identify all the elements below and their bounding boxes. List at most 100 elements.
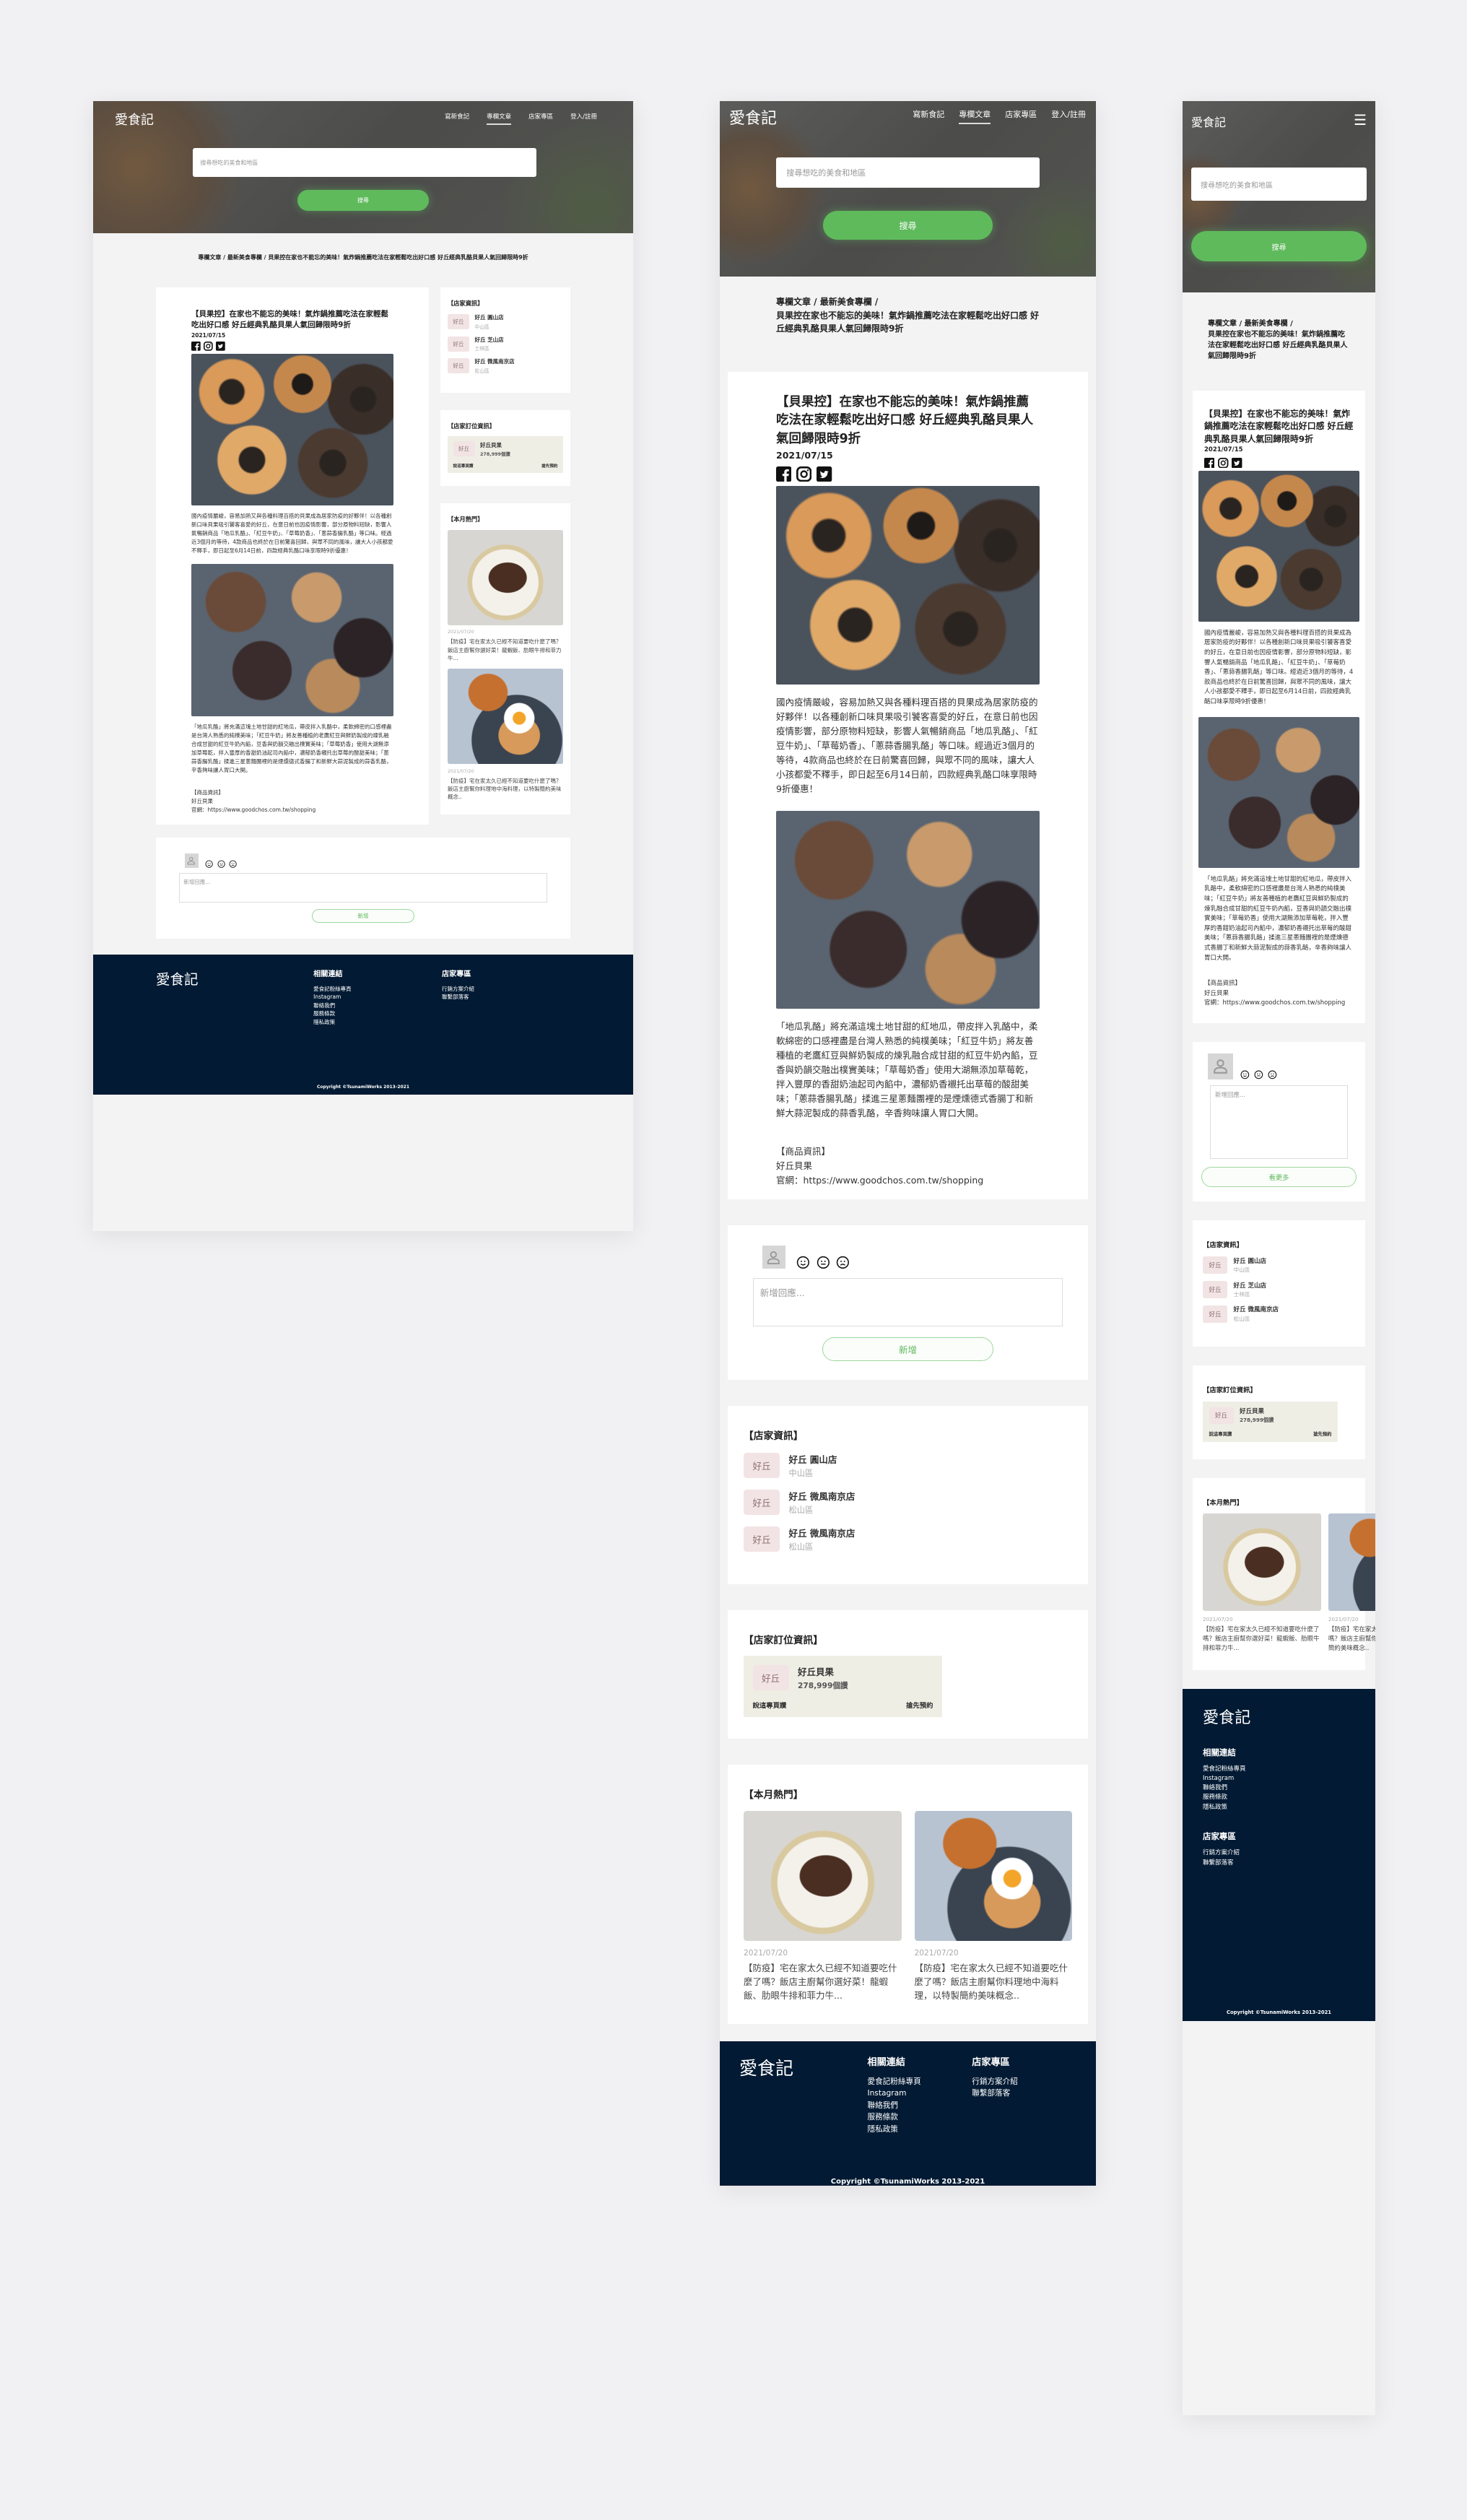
footer-link[interactable]: 行銷方案介紹 — [442, 985, 570, 994]
booking-widget: 好丘 好丘貝果 278,999個讚 說這專頁讚 搶先預約 — [744, 1656, 942, 1717]
breadcrumb-path[interactable]: 專欄文章 / 最新美食專欄 / — [198, 254, 268, 261]
popular-post[interactable]: 2021/07/20 【防疫】宅在家太久已經不知道要吃什麼了嗎？飯店主廚幫你料理… — [448, 669, 563, 801]
footer-link[interactable]: Instagram — [313, 993, 442, 1002]
nav-write-post[interactable]: 寫新食記 — [913, 108, 944, 124]
see-more-button[interactable]: 看更多 — [1201, 1167, 1357, 1188]
search-button[interactable]: 搜尋 — [1191, 231, 1367, 261]
facebook-icon[interactable] — [1204, 457, 1215, 468]
comment-input[interactable]: 新增回應... — [179, 873, 547, 903]
search-input[interactable]: 搜尋想吃的美食和地區 — [193, 148, 536, 177]
breadcrumb-path[interactable]: 專欄文章 / 最新美食專欄 / — [776, 297, 878, 307]
sad-face-icon[interactable] — [229, 860, 237, 868]
instagram-icon[interactable] — [1218, 457, 1229, 468]
comment-input[interactable]: 新增回應... — [753, 1277, 1063, 1327]
store-item[interactable]: 好丘 好丘 微風南京店 松山區 — [744, 1526, 1072, 1552]
nav-write-post[interactable]: 寫新食記 — [445, 112, 469, 125]
article-card: 【貝果控】在家也不能忘的美味！氣炸鍋推薦吃法在家輕鬆吃出好口感 好丘經典乳酪貝果… — [728, 371, 1088, 1199]
footer-link[interactable]: 隱私政策 — [313, 1018, 442, 1027]
reserve-link[interactable]: 搶先預約 — [541, 462, 557, 469]
product-url[interactable]: 官網：https://www.goodchos.com.tw/shopping — [776, 1173, 1040, 1188]
product-url[interactable]: 官網：https://www.goodchos.com.tw/shopping — [191, 806, 393, 814]
instagram-icon[interactable] — [796, 466, 812, 482]
nav-login[interactable]: 登入/註冊 — [570, 112, 597, 125]
footer-link[interactable]: 行銷方案介紹 — [1203, 1848, 1355, 1858]
store-item[interactable]: 好丘 好丘 微風南京店 松山區 — [1203, 1305, 1355, 1323]
add-comment-button[interactable]: 新增 — [822, 1337, 994, 1361]
neutral-face-icon[interactable] — [217, 860, 225, 868]
nav-columns[interactable]: 專欄文章 — [487, 112, 512, 125]
site-logo[interactable]: 愛食記 — [115, 110, 154, 129]
like-page-link[interactable]: 說這專頁讚 — [753, 1700, 787, 1710]
store-item[interactable]: 好丘 好丘 微風南京店 松山區 — [744, 1489, 1072, 1516]
twitter-icon[interactable] — [215, 342, 225, 352]
smile-face-icon[interactable] — [796, 1256, 810, 1269]
comment-input[interactable]: 新增回應... — [1209, 1085, 1349, 1160]
neutral-face-icon[interactable] — [1254, 1070, 1263, 1079]
nav-columns[interactable]: 專欄文章 — [959, 108, 991, 124]
footer-link[interactable]: 隱私政策 — [1203, 1803, 1355, 1812]
store-item[interactable]: 好丘 好丘 芝山店 士林區 — [1203, 1280, 1355, 1299]
neutral-face-icon[interactable] — [817, 1256, 830, 1269]
like-page-link[interactable]: 說這專頁讚 — [453, 462, 474, 469]
footer-link[interactable]: Instagram — [1203, 1774, 1355, 1783]
site-footer: 愛食記 相關連結 愛食記粉絲專頁 Instagram 聯絡我們 服務條款 隱私政… — [720, 2041, 1096, 2186]
popular-post[interactable]: 2021/07/20 【防疫】宅在家太久已經不知道要吃什麼了嗎？飯店主廚幫你料理… — [1328, 1513, 1375, 1653]
store-item[interactable]: 好丘 好丘 圓山店 中山區 — [744, 1452, 1072, 1479]
nav-stores[interactable]: 店家專區 — [528, 112, 553, 125]
hamburger-menu-icon[interactable]: ☰ — [1354, 111, 1367, 129]
popular-post[interactable]: 2021/07/20 【防疫】宅在家太久已經不知道要吃什麼了嗎？飯店主廚幫你料理… — [914, 1810, 1072, 2003]
store-item[interactable]: 好丘 好丘 圓山店 中山區 — [1203, 1256, 1355, 1274]
store-item[interactable]: 好丘 好丘 圓山店 中山區 — [448, 313, 563, 330]
footer-link[interactable]: 愛食記粉絲專頁 — [313, 985, 442, 994]
nav-stores[interactable]: 店家專區 — [1005, 108, 1037, 124]
footer-link[interactable]: 聯絡我們 — [313, 1002, 442, 1010]
like-page-link[interactable]: 說這專頁讚 — [1209, 1430, 1232, 1437]
add-comment-button[interactable]: 新增 — [311, 908, 415, 924]
nav-login[interactable]: 登入/註冊 — [1051, 108, 1086, 124]
post-title: 【防疫】宅在家太久已經不知道要吃什麼了嗎？飯店主廚幫你選好菜！龍蝦飯、肋眼牛排和… — [448, 638, 562, 661]
search-button[interactable]: 搜尋 — [297, 190, 429, 211]
twitter-icon[interactable] — [817, 466, 832, 482]
search-input[interactable]: 搜尋想吃的美食和地區 — [1191, 168, 1367, 201]
popular-post[interactable]: 2021/07/20 【防疫】宅在家太久已經不知道要吃什麼了嗎？飯店主廚幫你選好… — [448, 529, 563, 663]
site-logo[interactable]: 愛食記 — [1191, 113, 1226, 130]
popular-post[interactable]: 2021/07/20 【防疫】宅在家太久已經不知道要吃什麼了嗎？飯店主廚幫你選好… — [1203, 1513, 1321, 1653]
instagram-icon[interactable] — [203, 342, 213, 352]
store-area: 中山區 — [474, 323, 489, 330]
footer-link[interactable]: 行銷方案介紹 — [972, 2076, 1076, 2087]
search-button[interactable]: 搜尋 — [823, 211, 993, 240]
reserve-link[interactable]: 搶先預約 — [906, 1700, 933, 1710]
footer-link[interactable]: 愛食記粉絲專頁 — [1203, 1765, 1355, 1774]
footer-link[interactable]: 聯絡我們 — [1203, 1783, 1355, 1793]
facebook-icon[interactable] — [776, 466, 792, 482]
twitter-icon[interactable] — [1232, 457, 1242, 468]
site-logo[interactable]: 愛食記 — [729, 105, 777, 129]
popular-post[interactable]: 2021/07/20 【防疫】宅在家太久已經不知道要吃什麼了嗎？飯店主廚幫你選好… — [744, 1810, 902, 2003]
footer-link[interactable]: 聯繫部落客 — [972, 2087, 1076, 2099]
footer-link[interactable]: 服務條款 — [867, 2111, 972, 2123]
footer-link[interactable]: 服務條款 — [313, 1009, 442, 1018]
facebook-icon[interactable] — [191, 342, 201, 352]
footer-link[interactable]: 服務條款 — [1203, 1793, 1355, 1802]
footer-link[interactable]: 愛食記粉絲專頁 — [867, 2076, 972, 2087]
sad-face-icon[interactable] — [1268, 1070, 1277, 1079]
search-input[interactable]: 搜尋想吃的美食和地區 — [776, 157, 1040, 188]
store-area: 松山區 — [474, 368, 489, 374]
footer-link[interactable]: 聯繫部落客 — [1203, 1859, 1355, 1868]
footer-link[interactable]: Instagram — [867, 2087, 972, 2099]
product-info: 【商品資訊】 好丘貝果 官網：https://www.goodchos.com.… — [1204, 979, 1354, 1009]
reserve-link[interactable]: 搶先預約 — [1313, 1430, 1331, 1437]
smile-face-icon[interactable] — [205, 860, 213, 868]
product-url[interactable]: 官網：https://www.goodchos.com.tw/shopping — [1204, 999, 1354, 1009]
booking-heading: 【店家訂位資訊】 — [448, 422, 495, 430]
post-title: 【防疫】宅在家太久已經不知道要吃什麼了嗎？飯店主廚幫你料理地中海料理，以特製簡約… — [914, 1963, 1068, 2001]
store-item[interactable]: 好丘 好丘 芝山店 士林區 — [448, 336, 563, 352]
footer-link[interactable]: 聯繫部落客 — [442, 993, 570, 1002]
footer-link[interactable]: 聯絡我們 — [867, 2100, 972, 2111]
footer-link[interactable]: 隱私政策 — [867, 2124, 972, 2135]
breadcrumb-current: 貝果控在家也不能忘的美味！氣炸鍋推薦吃法在家輕鬆吃出好口感 好丘經典乳酪貝果人氣… — [776, 310, 1040, 334]
breadcrumb-path[interactable]: 專欄文章 / 最新美食專欄 / — [1208, 320, 1293, 328]
smile-face-icon[interactable] — [1240, 1070, 1250, 1079]
store-item[interactable]: 好丘 好丘 微風南京店 松山區 — [448, 357, 563, 374]
sad-face-icon[interactable] — [836, 1256, 850, 1269]
